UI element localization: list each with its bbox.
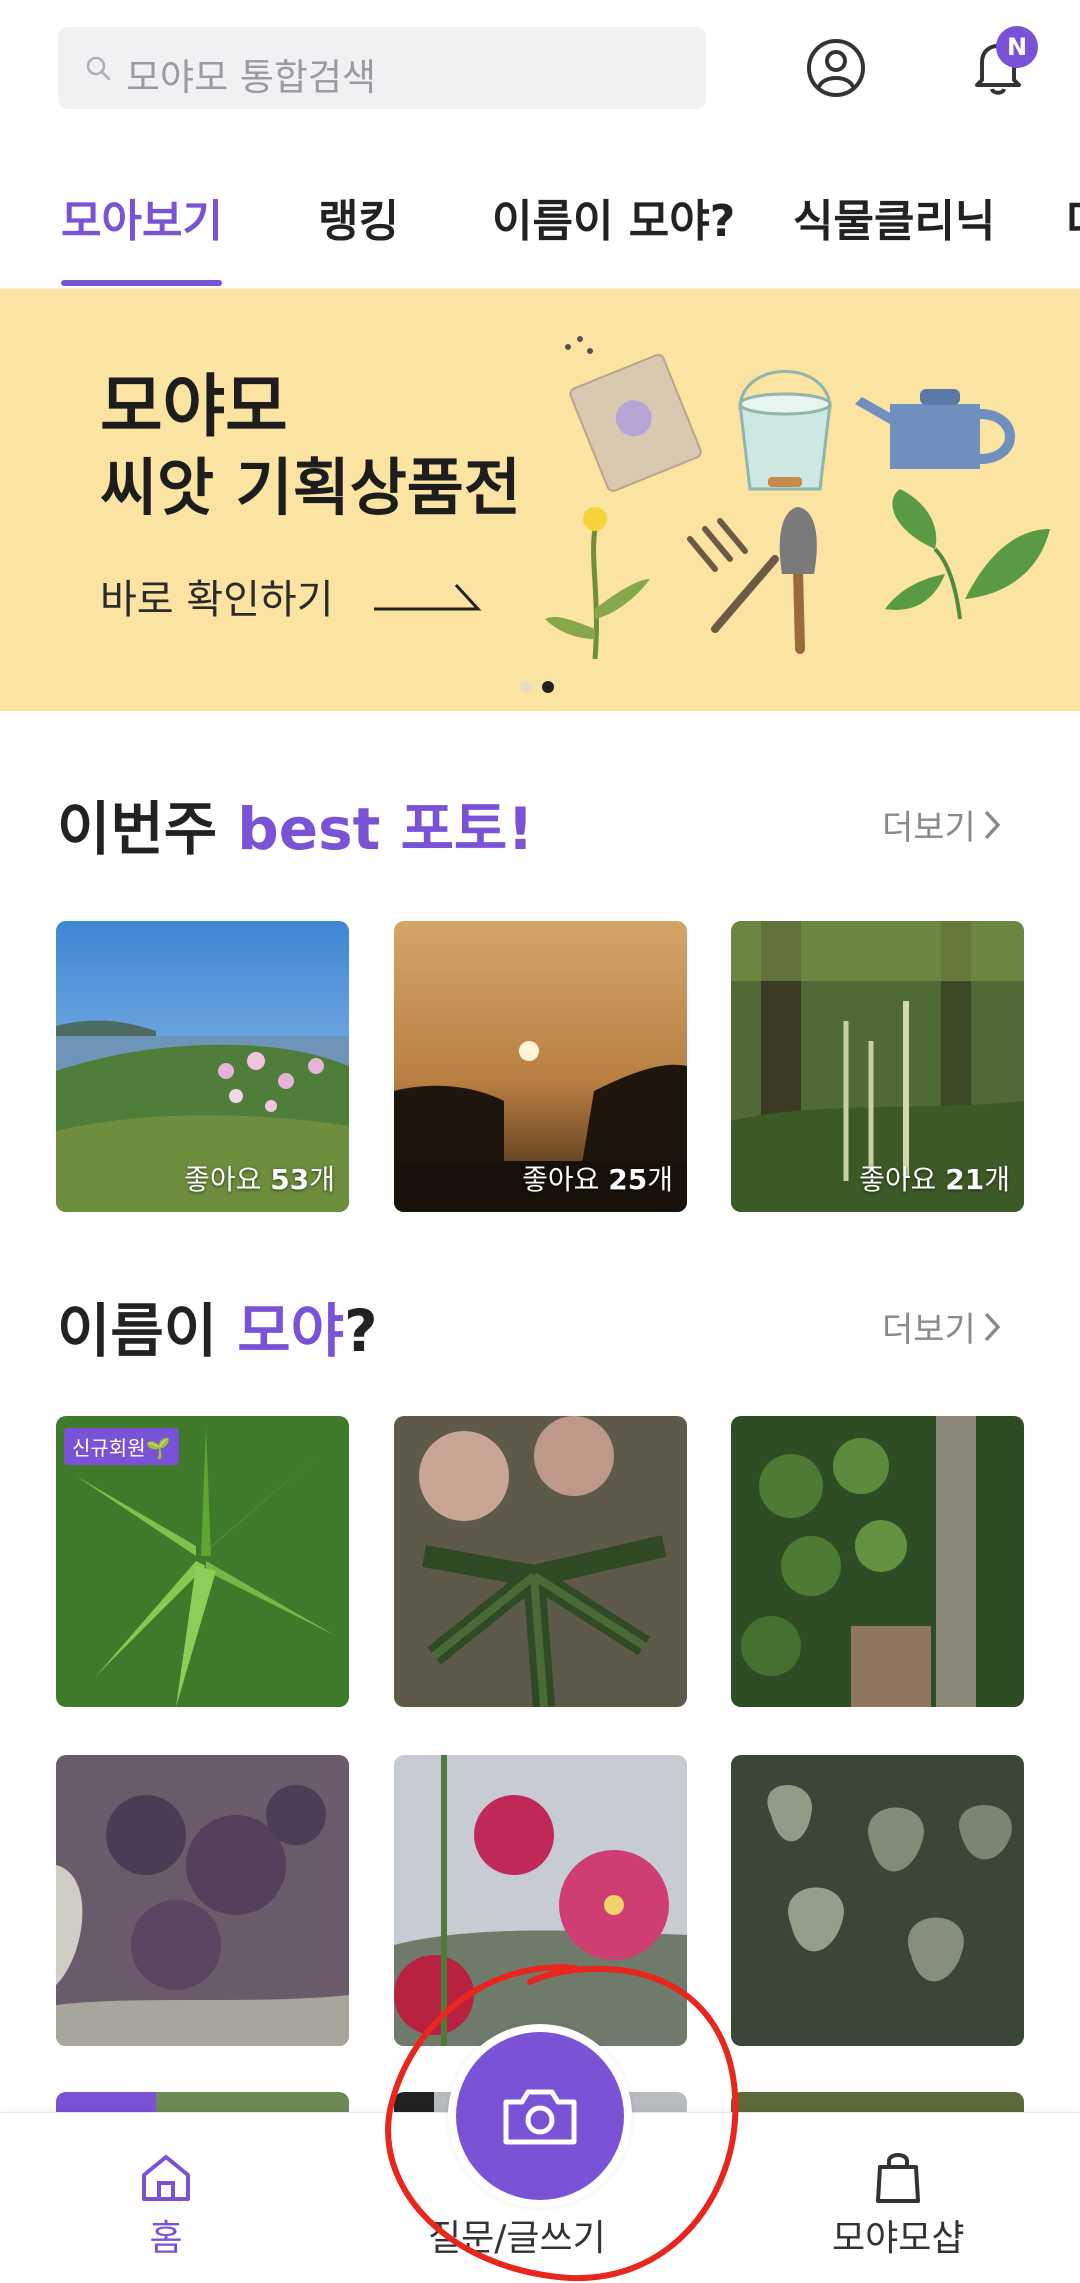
- plant-question-card[interactable]: [394, 1416, 687, 1707]
- notification-badge: N: [996, 26, 1038, 68]
- like-suffix: 개: [309, 1163, 335, 1196]
- search-bar[interactable]: 모야모 통합검색: [58, 27, 706, 109]
- tab-more-cut[interactable]: 더: [1066, 185, 1080, 249]
- nav-write-label: 질문/글쓰기: [428, 2218, 606, 2259]
- more-label: 더보기: [882, 808, 976, 848]
- like-suffix: 개: [984, 1163, 1010, 1196]
- nav-shop-label: 모야모샵: [832, 2218, 965, 2259]
- like-count: 좋아요 53개: [184, 1158, 335, 1198]
- search-placeholder: 모야모 통합검색: [126, 56, 377, 99]
- arrow-right-icon: [374, 583, 482, 611]
- climbing-vine-photo: [731, 1416, 1024, 1707]
- like-number: 21: [945, 1163, 985, 1196]
- like-prefix: 좋아요: [859, 1163, 946, 1196]
- camera-icon: [503, 2089, 577, 2145]
- like-count: 좋아요 21개: [859, 1158, 1010, 1198]
- promo-banner[interactable]: 모야모 씨앗 기획상품전 바로 확인하기: [0, 289, 1080, 711]
- tab-whats-this-name[interactable]: 이름이 모야?: [492, 185, 735, 249]
- like-suffix: 개: [647, 1163, 673, 1196]
- nav-shop[interactable]: 모야모샵: [832, 2149, 964, 2261]
- nav-write[interactable]: 질문/글쓰기: [428, 2205, 606, 2261]
- like-count: 좋아요 25개: [522, 1158, 673, 1198]
- best-photo-title-accent: best 포토!: [237, 795, 534, 863]
- plant-question-card[interactable]: [731, 1755, 1024, 2046]
- plant-question-card[interactable]: [731, 1416, 1024, 1707]
- plant-question-card[interactable]: [56, 1755, 349, 2046]
- name-title-prefix: 이름이: [57, 1297, 238, 1365]
- chevron-right-icon: [984, 810, 1001, 839]
- best-photo-card[interactable]: 좋아요 21개: [731, 921, 1024, 1212]
- search-icon: [86, 56, 111, 81]
- purple-shrub-photo: [56, 1755, 349, 2046]
- like-prefix: 좋아요: [522, 1163, 609, 1196]
- name-section-more-link[interactable]: 더보기: [882, 1302, 1002, 1351]
- banner-title: 모야모: [100, 368, 288, 447]
- best-photo-title-prefix: 이번주: [57, 795, 238, 863]
- new-member-badge: 신규회원🌱: [64, 1428, 179, 1465]
- plant-question-card[interactable]: 신규회원🌱: [56, 1416, 349, 1707]
- like-number: 53: [270, 1163, 310, 1196]
- more-label: 더보기: [882, 1310, 976, 1350]
- shopping-bag-icon: [876, 2153, 921, 2203]
- nav-home-label: 홈: [149, 2218, 183, 2259]
- pagination-dot-active: [542, 681, 554, 693]
- profile-icon[interactable]: [805, 37, 867, 99]
- banner-pagination: [520, 681, 554, 693]
- like-prefix: 좋아요: [184, 1163, 271, 1196]
- pagination-dot: [520, 681, 532, 693]
- mimosa-flower-photo: [394, 1416, 687, 1707]
- like-number: 25: [608, 1163, 648, 1196]
- tab-ranking[interactable]: 랭킹: [318, 185, 399, 249]
- chevron-right-icon: [984, 1312, 1001, 1341]
- best-photo-card[interactable]: 좋아요 25개: [394, 921, 687, 1212]
- nav-home[interactable]: 홈: [138, 2149, 194, 2261]
- category-tabs: 모아보기 랭킹 이름이 모야? 식물클리닉 더: [0, 160, 1080, 290]
- banner-subtitle: 씨앗 기획상품전: [100, 451, 521, 524]
- tab-plant-clinic[interactable]: 식물클리닉: [793, 185, 995, 249]
- garden-illustration: [545, 336, 1050, 659]
- name-title-accent: 모야: [237, 1297, 345, 1365]
- plant-question-card[interactable]: [394, 1755, 687, 2046]
- best-photo-card[interactable]: 좋아요 53개: [56, 921, 349, 1212]
- name-title-suffix: ?: [344, 1297, 378, 1365]
- home-icon: [142, 2155, 190, 2201]
- camera-write-button[interactable]: [456, 2032, 624, 2200]
- name-section-title: 이름이 모야?: [57, 1284, 378, 1368]
- hollyhock-photo: [394, 1755, 687, 2046]
- best-photo-title: 이번주 best 포토!: [57, 782, 534, 866]
- tab-moabogi[interactable]: 모아보기: [61, 185, 223, 249]
- banner-cta-link[interactable]: 바로 확인하기: [100, 567, 334, 625]
- best-photo-more-link[interactable]: 더보기: [882, 800, 1002, 849]
- heart-leaf-vine-photo: [731, 1755, 1024, 2046]
- active-tab-indicator: [61, 280, 222, 286]
